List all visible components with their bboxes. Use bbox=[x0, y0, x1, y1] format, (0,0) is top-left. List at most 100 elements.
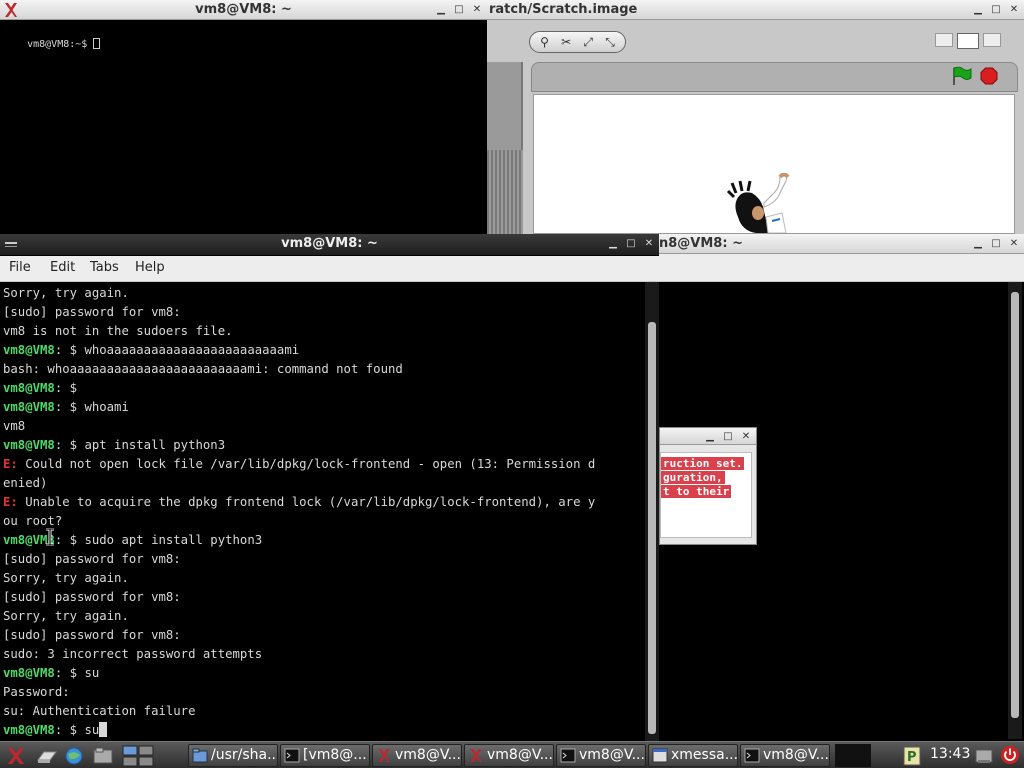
minimize-button[interactable]: ▁ bbox=[703, 430, 717, 444]
terminal-command: : $ sudo apt install python3 bbox=[54, 533, 263, 547]
maximize-button[interactable]: □ bbox=[452, 3, 466, 17]
taskbar-task-button[interactable]: xmessa... bbox=[648, 744, 738, 767]
xmessage-titlebar[interactable]: ▁ □ ✕ bbox=[660, 428, 756, 445]
top-left-terminal-titlebar[interactable]: vm8@VM8: ~ ▁ □ ✕ bbox=[0, 0, 487, 20]
terminal-cursor bbox=[93, 38, 101, 49]
terminal-line: E: Could not open lock file /var/lib/dpk… bbox=[3, 455, 595, 474]
maximize-button[interactable]: □ bbox=[721, 430, 735, 444]
xmessage-window[interactable]: ▁ □ ✕ ruction set. guration, t to their bbox=[659, 427, 757, 545]
right-terminal-scrollbar[interactable] bbox=[1008, 282, 1022, 739]
scissors-icon[interactable]: ✂ bbox=[561, 35, 571, 49]
terminal-line: vm8@VM8: $ whoaaaaaaaaaaaaaaaaaaaaaaaami bbox=[3, 341, 595, 360]
terminal-icon bbox=[744, 748, 760, 763]
green-flag-icon[interactable] bbox=[951, 66, 973, 86]
terminal-line: bash: whoaaaaaaaaaaaaaaaaaaaaaaaami: com… bbox=[3, 362, 403, 376]
maximize-button[interactable]: □ bbox=[624, 237, 638, 251]
file-manager-icon[interactable] bbox=[92, 746, 114, 766]
terminal-line: [sudo] password for vm8: bbox=[3, 552, 181, 566]
taskbar-task-button[interactable]: vm8@V... bbox=[464, 744, 554, 767]
terminal-line: [sudo] password for vm8: bbox=[3, 628, 181, 642]
taskbar-task-button[interactable]: [vm8@... bbox=[280, 744, 370, 767]
close-button[interactable]: ✕ bbox=[642, 237, 656, 251]
main-terminal-titlebar[interactable]: vm8@VM8: ~ ▁ □ ✕ bbox=[0, 234, 659, 256]
presentation-mode-icon[interactable] bbox=[983, 33, 1001, 47]
maximize-button[interactable]: □ bbox=[989, 3, 1003, 17]
scratch-window[interactable]: ratch/Scratch.image ▁ □ ✕ ⚲ ✂ ⤢ ⤡ bbox=[487, 0, 1024, 234]
window-title: ratch/Scratch.image bbox=[489, 2, 638, 17]
menu-file[interactable]: File bbox=[9, 260, 31, 275]
main-terminal-window[interactable]: vm8@VM8: ~ ▁ □ ✕ File Edit Tabs Help Sor… bbox=[0, 234, 659, 741]
terminal-line: ou root? bbox=[3, 514, 63, 528]
scratch-titlebar[interactable]: ratch/Scratch.image ▁ □ ✕ bbox=[487, 0, 1024, 20]
taskbar-task-label: /usr/sha... bbox=[211, 747, 278, 763]
terminal-line: su: Authentication failure bbox=[3, 704, 196, 718]
terminal-command: : $ su bbox=[54, 723, 100, 737]
scratch-stage[interactable] bbox=[533, 94, 1015, 234]
terminal-line: vm8@VM8: $ whoami bbox=[3, 398, 595, 417]
terminal-output[interactable]: Sorry, try again. [sudo] password for vm8… bbox=[3, 284, 595, 740]
stop-sign-icon[interactable] bbox=[980, 67, 998, 85]
scratch-tool-bar[interactable]: ⚲ ✂ ⤢ ⤡ bbox=[529, 31, 626, 53]
stage-size-buttons[interactable] bbox=[935, 33, 1015, 51]
terminal-icon bbox=[284, 748, 300, 763]
stamp-icon[interactable]: ⚲ bbox=[540, 35, 549, 49]
power-icon[interactable] bbox=[1000, 745, 1020, 765]
scroll-thumb[interactable] bbox=[648, 322, 656, 734]
scratch-palette-stripes bbox=[487, 150, 523, 234]
maximize-button[interactable]: □ bbox=[989, 237, 1003, 251]
close-button[interactable]: ✕ bbox=[470, 3, 484, 17]
taskbar-task-label: vm8@V... bbox=[487, 747, 553, 763]
close-button[interactable]: ✕ bbox=[739, 430, 753, 444]
taskbar-task-button[interactable]: vm8@V... bbox=[556, 744, 646, 767]
menu-edit[interactable]: Edit bbox=[50, 260, 75, 275]
minimize-button[interactable]: ▁ bbox=[971, 237, 985, 251]
shrink-icon[interactable]: ⤡ bbox=[605, 35, 615, 50]
show-desktop-icon[interactable] bbox=[36, 748, 58, 764]
terminal-command: : $ su bbox=[54, 666, 100, 680]
window-menu-icon[interactable] bbox=[3, 238, 19, 254]
xmessage-line: ruction set. bbox=[661, 457, 745, 470]
close-button[interactable]: ✕ bbox=[1007, 237, 1021, 251]
small-stage-icon[interactable] bbox=[935, 33, 953, 47]
scroll-thumb[interactable] bbox=[1011, 292, 1019, 718]
taskbar-task-button[interactable]: /usr/sha... bbox=[188, 744, 278, 767]
volume-icon[interactable] bbox=[974, 746, 994, 766]
taskbar-task-label: xmessa... bbox=[671, 747, 738, 763]
window-title: vm8@VM8: ~ bbox=[195, 2, 292, 17]
right-terminal-titlebar[interactable]: n8@VM8: ~ ▁ □ ✕ bbox=[659, 234, 1024, 254]
workspace-switcher-icon[interactable] bbox=[122, 745, 154, 767]
start-menu-icon[interactable] bbox=[4, 746, 28, 766]
minimize-button[interactable]: ▁ bbox=[971, 3, 985, 17]
terminal-command: : $ whoami bbox=[54, 400, 129, 414]
close-button[interactable]: ✕ bbox=[1007, 3, 1021, 17]
main-terminal-scrollbar[interactable] bbox=[645, 282, 659, 741]
xmessage-text-area: ruction set. guration, t to their bbox=[660, 452, 752, 538]
taskbar-task-button[interactable]: vm8@V... bbox=[372, 744, 462, 767]
grow-icon[interactable]: ⤢ bbox=[583, 35, 593, 50]
window-title: n8@VM8: ~ bbox=[659, 236, 743, 251]
terminal-line: vm8@VM8: $ bbox=[3, 379, 595, 398]
taskbar-task-button[interactable]: vm8@V... bbox=[740, 744, 830, 767]
terminal-output[interactable]: vm8@VM8:~$ bbox=[3, 24, 101, 66]
notes-icon[interactable]: P bbox=[902, 745, 922, 767]
folder-icon bbox=[192, 748, 208, 763]
xmessage-line: t to their bbox=[661, 485, 732, 498]
top-left-terminal-window[interactable]: vm8@VM8: ~ ▁ □ ✕ vm8@VM8:~$ bbox=[0, 0, 487, 234]
clock[interactable]: 13:43 bbox=[930, 746, 970, 762]
menu-help[interactable]: Help bbox=[135, 260, 165, 275]
stage-header bbox=[531, 62, 1018, 92]
terminal-line: vm8@VM8: $ apt install python3 bbox=[3, 436, 595, 455]
browser-icon[interactable] bbox=[64, 746, 84, 766]
taskbar-blank-slot bbox=[835, 744, 871, 767]
menu-tabs[interactable]: Tabs bbox=[90, 260, 119, 275]
minimize-button[interactable]: ▁ bbox=[434, 3, 448, 17]
terminal-line: Sorry, try again. bbox=[3, 286, 129, 300]
terminal-command: : $ bbox=[54, 381, 78, 395]
minimize-button[interactable]: ▁ bbox=[606, 237, 620, 251]
terminal-prompt: vm8@VM8 bbox=[3, 343, 55, 357]
normal-stage-icon[interactable] bbox=[957, 33, 979, 49]
right-terminal-menubar bbox=[659, 254, 1024, 282]
sprite-character[interactable] bbox=[726, 173, 806, 234]
window-title: vm8@VM8: ~ bbox=[281, 236, 378, 251]
terminal-prompt: vm8@VM8 bbox=[3, 381, 55, 395]
